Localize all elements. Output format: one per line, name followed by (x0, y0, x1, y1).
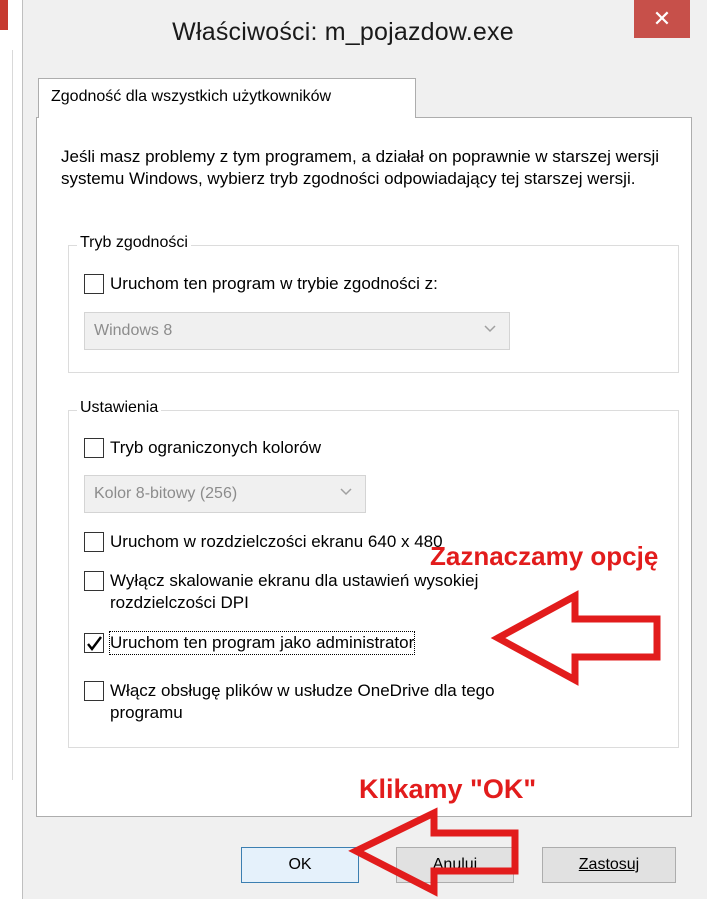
chevron-down-icon (340, 488, 352, 496)
compat-mode-legend: Tryb zgodności (77, 234, 191, 252)
checkmark-icon (87, 636, 102, 651)
intro-text: Jeśli masz problemy z tym programem, a d… (61, 147, 660, 188)
apply-button[interactable]: Zastosuj (542, 847, 676, 883)
annotation-select-option: Zaznaczamy opcję (430, 541, 659, 571)
admin-label: Uruchom ten program jako administrator (108, 631, 416, 655)
run-compat-row[interactable]: Uruchom ten program w trybie zgodności z… (84, 273, 438, 295)
dpi-row[interactable]: Wyłącz skalowanie ekranu dla ustawień wy… (84, 570, 564, 614)
admin-row[interactable]: Uruchom ten program jako administrator (84, 631, 416, 655)
reduced-color-row[interactable]: Tryb ograniczonych kolorów (84, 437, 321, 459)
ok-button-label: OK (288, 856, 312, 873)
onedrive-checkbox[interactable] (84, 681, 104, 701)
tab-panel: Jeśli masz problemy z tym programem, a d… (36, 117, 692, 817)
settings-group: Ustawienia Tryb ograniczonych kolorów Ko… (68, 399, 679, 748)
onedrive-label: Włącz obsługę plików w usłudze OneDrive … (110, 681, 495, 722)
background-window-accent (0, 0, 8, 30)
color-depth-value: Kolor 8-bitowy (256) (94, 485, 238, 502)
run-compat-label: Uruchom ten program w trybie zgodności z… (110, 274, 438, 293)
dpi-checkbox[interactable] (84, 571, 104, 591)
os-version-select[interactable]: Windows 8 (84, 312, 510, 350)
window-title: Właściwości: m_pojazdow.exe (172, 18, 514, 46)
cancel-button-label: Anuluj (432, 856, 478, 873)
settings-legend: Ustawienia (77, 399, 162, 417)
chevron-down-icon (484, 325, 496, 333)
reduced-color-checkbox[interactable] (84, 438, 104, 458)
properties-dialog: Właściwości: m_pojazdow.exe ✕ Zgodność d… (22, 0, 707, 899)
background-window-edge (12, 50, 13, 780)
cancel-button[interactable]: Anuluj (396, 847, 514, 883)
admin-checkbox[interactable] (84, 633, 104, 653)
run-compat-checkbox[interactable] (84, 274, 104, 294)
apply-button-label: Zastosuj (578, 856, 640, 873)
color-depth-select[interactable]: Kolor 8-bitowy (256) (84, 475, 366, 513)
background-window (0, 0, 22, 899)
compat-mode-group: Tryb zgodności Uruchom ten program w try… (68, 234, 679, 373)
res640-checkbox[interactable] (84, 532, 104, 552)
tab-compatibility-all-users[interactable]: Zgodność dla wszystkich użytkowników (38, 78, 416, 118)
res640-label: Uruchom w rozdzielczości ekranu 640 x 48… (110, 532, 443, 551)
dpi-label: Wyłącz skalowanie ekranu dla ustawień wy… (110, 571, 479, 612)
res640-row[interactable]: Uruchom w rozdzielczości ekranu 640 x 48… (84, 531, 443, 553)
annotation-click-ok: Klikamy "OK" (359, 774, 537, 804)
onedrive-row[interactable]: Włącz obsługę plików w usłudze OneDrive … (84, 680, 564, 724)
close-icon: ✕ (652, 6, 672, 31)
title-bar[interactable]: Właściwości: m_pojazdow.exe ✕ (23, 0, 707, 70)
ok-button[interactable]: OK (241, 847, 359, 883)
reduced-color-label: Tryb ograniczonych kolorów (110, 438, 322, 457)
close-button[interactable]: ✕ (634, 0, 690, 38)
os-version-value: Windows 8 (94, 322, 173, 339)
